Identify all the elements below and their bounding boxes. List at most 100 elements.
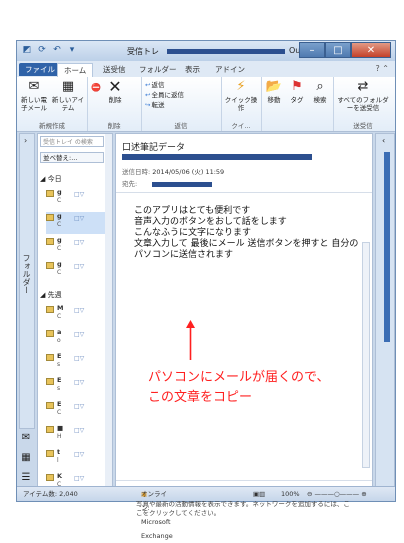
flag-outline-icon[interactable]: □▽ [74, 263, 84, 270]
envelope-icon [46, 378, 54, 385]
flag-outline-icon[interactable]: □▽ [74, 331, 84, 338]
send-receive-icon[interactable]: ⟳ [36, 44, 48, 56]
list-item[interactable]: g C □▽ [46, 260, 106, 282]
contacts-icon[interactable]: ☰ [19, 471, 33, 485]
list-item[interactable]: a o □▽ [46, 328, 106, 350]
reply-button[interactable]: ↩返信 [145, 81, 164, 90]
list-item[interactable]: ■ H □▽ [46, 424, 106, 446]
message-header: 口述筆記データ 送信日時: 2014/05/06 (火) 11:59 宛先: [116, 134, 372, 193]
title-redaction [167, 49, 285, 54]
forward-icon: ↪ [145, 101, 151, 109]
todo-bar: ‹ [375, 133, 395, 489]
group-quick-label: クイ... [231, 122, 251, 130]
flag-outline-icon[interactable]: □▽ [74, 191, 84, 198]
tab-home[interactable]: ホーム [57, 63, 94, 77]
close-button[interactable]: ✕ [351, 42, 391, 58]
flag-outline-icon[interactable]: □▽ [74, 451, 84, 458]
group-quick-steps: ⚡ クイック操作 クイ... [221, 77, 262, 131]
flag-outline-icon[interactable]: □▽ [74, 239, 84, 246]
move-icon: 📂 [265, 79, 283, 94]
search-button[interactable]: ⌕ 検索 [309, 79, 331, 104]
minimize-button[interactable]: – [299, 42, 325, 58]
group-delete-label: 削除 [107, 122, 121, 130]
flag-icon: ⚑ [291, 79, 303, 94]
new-email-icon: ✉ [28, 79, 40, 94]
send-receive-all-icon: ⇄ [357, 79, 369, 94]
expand-nav-icon[interactable]: › [24, 136, 27, 145]
flag-outline-icon[interactable]: □▽ [74, 355, 84, 362]
zoom-level: 100% [281, 490, 300, 498]
group-header-today[interactable]: ◢ 今日 [40, 174, 62, 184]
envelope-icon [46, 474, 54, 481]
help-icon[interactable]: ? ⌃ [376, 64, 390, 73]
list-item[interactable]: t l □▽ [46, 448, 106, 470]
tab-send-receive[interactable]: 送受信 [97, 63, 132, 76]
sort-dropdown[interactable]: 並べ替え:... [40, 152, 104, 163]
search-input[interactable]: 受信トレイ の検索 [40, 136, 104, 147]
new-items-button[interactable]: ▦ 新しいアイテム [51, 79, 85, 112]
forward-button[interactable]: ↪転送 [145, 101, 164, 110]
move-button[interactable]: 📂 移動 [263, 79, 285, 104]
delete-button[interactable]: ✕ 削除 [105, 79, 125, 105]
reply-icon: ↩ [145, 81, 151, 89]
lightning-icon: ⚡ [236, 79, 246, 94]
group-header-last-week[interactable]: ◢ 先週 [40, 290, 62, 300]
list-item-selected[interactable]: g C □▽ [46, 212, 106, 234]
flag-outline-icon[interactable]: □▽ [74, 403, 84, 410]
list-item[interactable]: M C □▽ [46, 304, 106, 326]
new-email-button[interactable]: ✉ 新しい電子メール [19, 79, 49, 112]
list-item[interactable]: Es □▽ [46, 352, 106, 374]
expand-todo-icon[interactable]: ‹ [382, 136, 385, 145]
group-sendreceive-label: 送受信 [353, 122, 373, 130]
group-send-receive: ⇄ すべてのフォルダーを送受信 送受信 [333, 77, 393, 131]
ribbon: ✉ 新しい電子メール ▦ 新しいアイテム 新規作成 ✕ 削除 ⛔ 削除 ↩返信 ↩全員… [17, 77, 395, 132]
reading-pane: 口述筆記データ 送信日時: 2014/05/06 (火) 11:59 宛先: こ… [115, 133, 373, 517]
maximize-button[interactable]: □ [325, 42, 351, 58]
flag-outline-icon[interactable]: □▽ [74, 379, 84, 386]
binoculars-icon: ⌕ [316, 79, 324, 94]
red-arrow-icon [186, 320, 195, 360]
group-reply: ↩返信 ↩全員に返信 ↪転送 返信 [141, 77, 222, 131]
zoom-slider[interactable]: ⊖ ———○——— ⊕ [307, 487, 367, 501]
group-delete: ✕ 削除 ⛔ 削除 [87, 77, 142, 131]
customize-icon[interactable]: ▾ [66, 44, 78, 56]
list-item[interactable]: E C □▽ [46, 400, 106, 422]
flag-outline-icon[interactable]: □▽ [74, 427, 84, 434]
list-item[interactable]: Es □▽ [46, 376, 106, 398]
body-line: パソコンに送信されます [134, 250, 234, 260]
flag-outline-icon[interactable]: □▽ [74, 475, 84, 482]
tab-file[interactable]: ファイル [19, 63, 61, 76]
reading-scrollbar[interactable] [362, 242, 370, 468]
quick-steps-button[interactable]: ⚡ クイック操作 [223, 79, 259, 112]
message-body: このアプリはとても便利です 音声入力のボタンをおして話をします こんなふうに文字… [134, 206, 358, 261]
body-line: こんなふうに文字になります [134, 228, 252, 238]
calendar-icon[interactable]: ▦ [19, 451, 33, 465]
body-line: 文章入力して 最後にメール 送信ボタンを押すと 自分の [134, 239, 359, 249]
item-count: アイテム数: 2,040 [23, 490, 78, 498]
envelope-icon [46, 214, 54, 221]
tab-view[interactable]: 表示 [179, 63, 206, 76]
todo-calendar-strip[interactable] [384, 152, 390, 342]
envelope-icon [46, 426, 54, 433]
status-bar: アイテム数: 2,040 ▣ オンライン: Microsoft Exchange… [17, 486, 395, 540]
mail-icon[interactable]: ✉ [19, 431, 33, 445]
body-line: 音声入力のボタンをおして話をします [134, 217, 287, 227]
new-items-icon: ▦ [61, 79, 75, 94]
title-bar: ◩ ⟳ ↶ ▾ 受信トレ Outlook – □ ✕ [17, 41, 395, 61]
undo-icon[interactable]: ↶ [51, 44, 63, 56]
tab-folder[interactable]: フォルダー [133, 63, 183, 76]
tab-addin[interactable]: アドイン [209, 63, 251, 76]
send-receive-all-button[interactable]: ⇄ すべてのフォルダーを送受信 [335, 79, 391, 112]
envelope-icon [46, 330, 54, 337]
list-item[interactable]: g C □▽ [46, 236, 106, 258]
tags-button[interactable]: ⚑ タグ [287, 79, 307, 104]
view-buttons[interactable]: ▣▥ [253, 487, 265, 501]
message-list-scrollbar[interactable] [105, 134, 112, 488]
flag-outline-icon[interactable]: □▽ [74, 307, 84, 314]
annotation-text: パソコンにメールが届くので、 この文章をコピー [148, 370, 330, 405]
list-item[interactable]: g C □▽ [46, 188, 106, 210]
ignore-icon[interactable]: ⛔ [91, 83, 101, 92]
folder-pane-label[interactable]: フォルダー [22, 254, 32, 294]
reply-all-button[interactable]: ↩全員に返信 [145, 91, 184, 100]
flag-outline-icon[interactable]: □▽ [74, 215, 84, 222]
